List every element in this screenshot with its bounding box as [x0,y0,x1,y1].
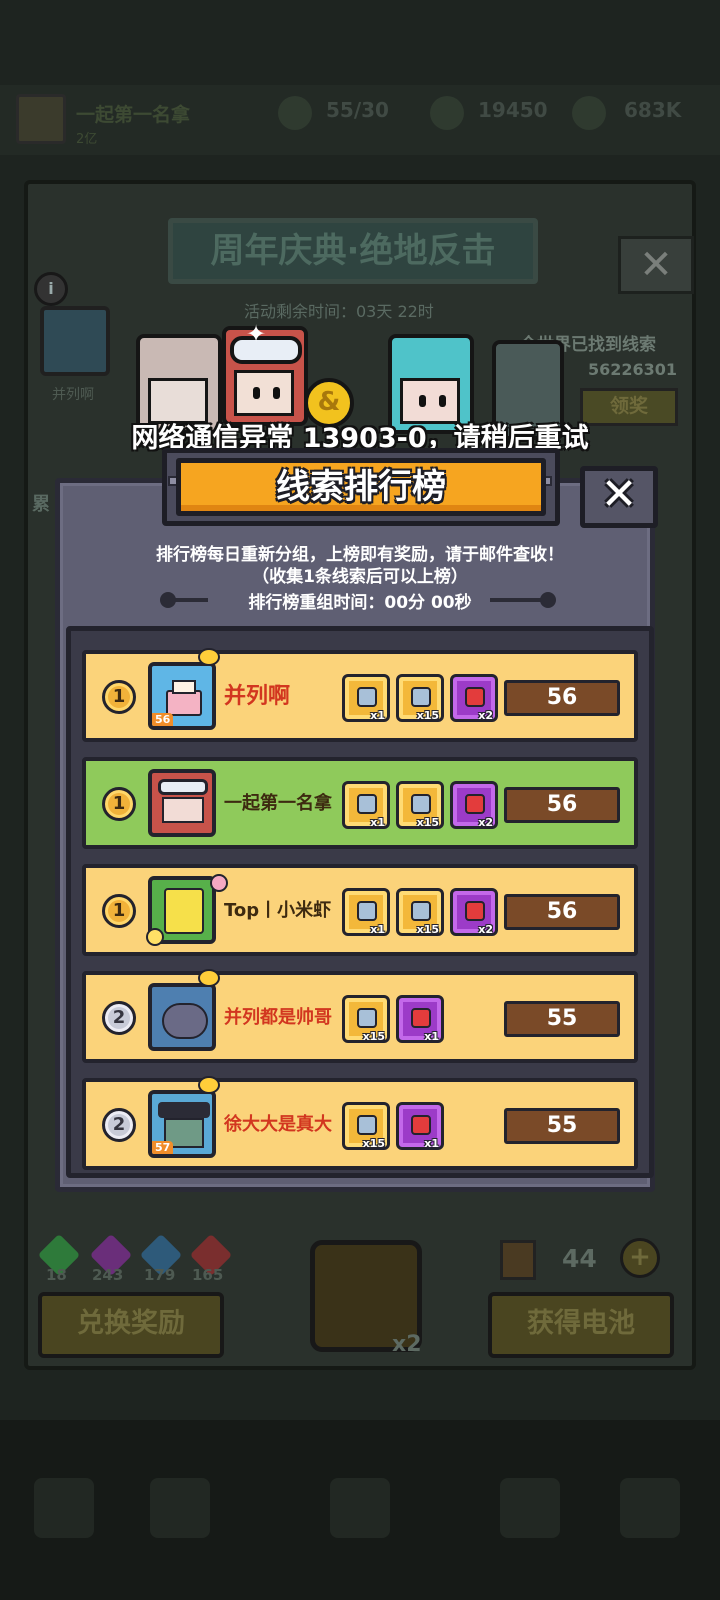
chest-reward-icon: x15 [396,674,444,722]
nav-icon-5 [620,1478,680,1538]
chest-reward-icon: x1 [342,674,390,722]
sparkle-icon: ✦ [246,320,267,348]
flower-icon [210,874,228,892]
lock-multiplier: x2 [392,1332,422,1357]
avatar [148,983,216,1051]
reset-timer: 排行榜重组时间：00分 00秒 [248,593,472,613]
player-name: 一起第一名拿 [76,104,191,126]
modal-title-bar: 线索排行榜 [176,458,546,516]
clue-score: 56 [504,787,620,823]
modal-title: 线索排行榜 [276,467,446,507]
crown-icon [198,1076,220,1094]
player-sub: 2亿 [76,132,98,147]
avatar: 57 [148,1090,216,1158]
player-name: 徐大大是真大 [224,1114,332,1135]
rank-medal: 2 [102,1001,136,1035]
side-label: 累 [32,494,50,515]
nav-icon-2 [150,1478,210,1538]
battery-count: 44 [562,1244,597,1273]
description-line-2: （收集1条线索后可以上榜） [252,567,468,587]
player-name: 并列都是帅哥 [224,1007,332,1028]
event-title: 周年庆典·绝地反击 [168,218,538,284]
divider-dot-right [540,592,556,608]
gem-count-blue: 179 [144,1266,176,1284]
chest-reward-icon: x1 [342,781,390,829]
get-battery-button: 获得电池 [488,1292,674,1358]
event-close-button: ✕ [618,236,694,294]
ranking-row[interactable]: 1 Top丨小米虾 x1 x15 x2 56 [82,864,638,956]
clue-score: 55 [504,1001,620,1037]
nav-icon-1 [34,1478,94,1538]
gift-reward-icon: x2 [450,888,498,936]
gem-count-green: 18 [46,1266,67,1284]
ranking-row[interactable]: 2 并列都是帅哥 x15 x1 55 [82,969,638,1063]
chest-reward-icon: x15 [342,995,390,1043]
ranking-row-self[interactable]: 1 一起第一名拿 x1 x15 x2 56 [82,757,638,849]
stat-gems: 19450 [478,98,548,122]
gift-reward-icon: x1 [396,1102,444,1150]
gift-reward-icon: x2 [450,674,498,722]
avatar: 56 [148,662,216,730]
avatar-level: 56 [152,713,174,726]
stat-coins: 683K [624,98,682,122]
avatar-level: 57 [152,1141,174,1154]
event-timer: 活动剩余时间：03天 22时 [244,302,434,321]
clue-score: 56 [504,894,620,930]
found-clues-number: 56226301 [588,360,678,379]
ranking-row[interactable]: 2 57 徐大大是真大 x15 x1 55 [82,1076,638,1170]
nav-icon-4 [500,1478,560,1538]
coin-stat-icon [572,96,606,130]
rank-medal: 1 [102,680,136,714]
player-name: 并列啊 [224,684,291,709]
player-name: Top丨小米虾 [224,900,332,921]
gem-count-red: 165 [192,1266,224,1284]
nav-icon-battle [330,1478,390,1538]
chest-reward-icon: x15 [342,1102,390,1150]
ranking-row[interactable]: 1 56 并列啊 x1 x15 x2 56 [82,648,638,742]
avatar [148,769,216,837]
add-battery-icon: + [620,1238,660,1278]
gem-stat-icon [430,96,464,130]
stat-energy: 55/30 [326,98,389,122]
battery-icon [500,1240,536,1280]
divider-dot-left [160,592,176,608]
cake-avatar [40,306,110,376]
clue-score: 56 [504,680,620,716]
exchange-reward-button: 兑换奖励 [38,1292,224,1358]
player-avatar [16,94,66,144]
gift-reward-icon: x1 [396,995,444,1043]
chest-reward-icon: x1 [342,888,390,936]
flower-icon [146,928,164,946]
rank-medal: 1 [102,894,136,928]
gift-reward-icon: x2 [450,781,498,829]
chest-reward-icon: x15 [396,888,444,936]
gem-count-purple: 243 [92,1266,124,1284]
crown-icon [198,969,220,987]
crown-icon [198,648,220,666]
rank-medal: 1 [102,787,136,821]
close-button[interactable]: ✕ [580,466,658,528]
chest-reward-icon: x15 [396,781,444,829]
player-name: 一起第一名拿 [224,793,332,814]
clue-score: 55 [504,1108,620,1144]
cake-label: 并列啊 [52,387,94,403]
info-icon: i [34,272,68,306]
energy-icon [278,96,312,130]
rank-medal: 2 [102,1108,136,1142]
